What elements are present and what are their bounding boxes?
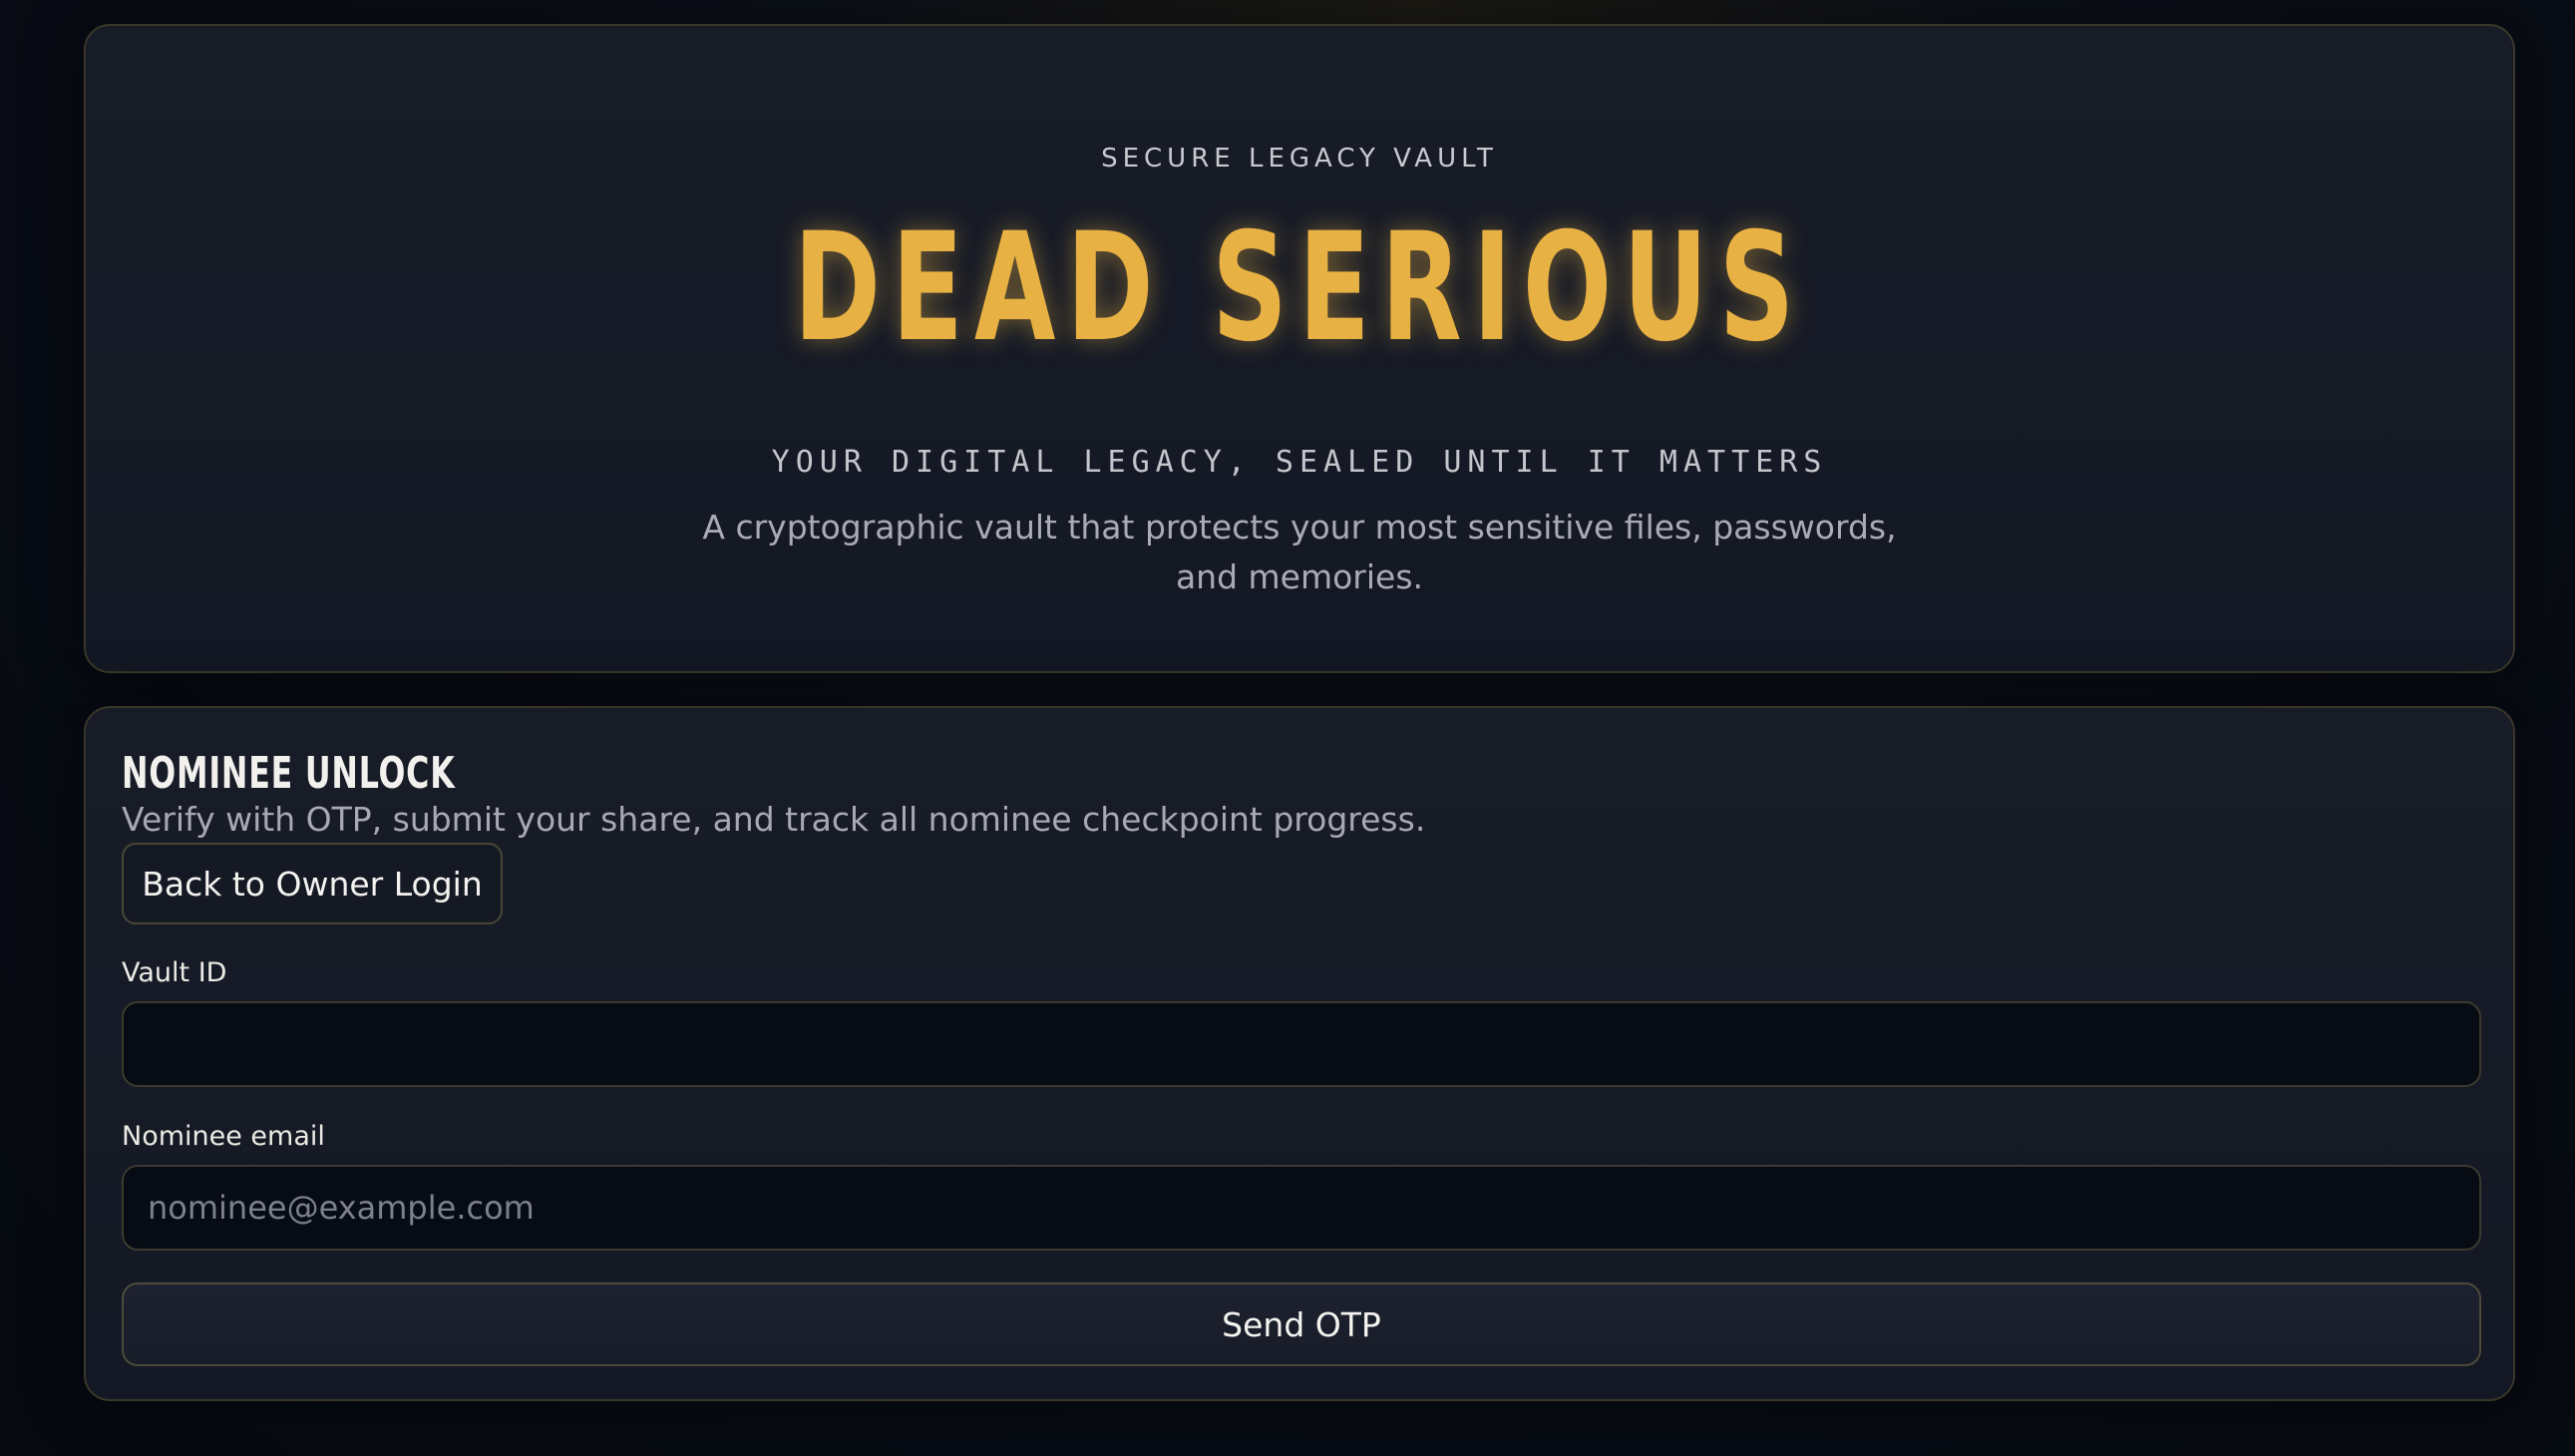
hero-panel: SECURE LEGACY VAULT DEAD SERIOUS YOUR DI… <box>84 24 2515 673</box>
send-otp-button[interactable]: Send OTP <box>122 1282 2481 1366</box>
hero-kicker: SECURE LEGACY VAULT <box>1101 144 1498 174</box>
hero-tagline: YOUR DIGITAL LEGACY, SEALED UNTIL IT MAT… <box>771 445 1828 480</box>
section-title: NOMINEE UNLOCK <box>122 748 456 799</box>
hero-description: A cryptographic vault that protects your… <box>702 508 1897 596</box>
section-subtitle: Verify with OTP, submit your share, and … <box>122 800 1426 839</box>
page-title: DEAD SERIOUS <box>793 201 1806 375</box>
nominee-email-label: Nominee email <box>122 1121 325 1152</box>
vault-id-input[interactable] <box>122 1001 2481 1087</box>
nominee-email-input[interactable] <box>122 1165 2481 1251</box>
vault-id-label: Vault ID <box>122 957 227 988</box>
back-to-owner-login-button[interactable]: Back to Owner Login <box>122 843 503 924</box>
nominee-unlock-panel: NOMINEE UNLOCK Verify with OTP, submit y… <box>84 706 2515 1401</box>
